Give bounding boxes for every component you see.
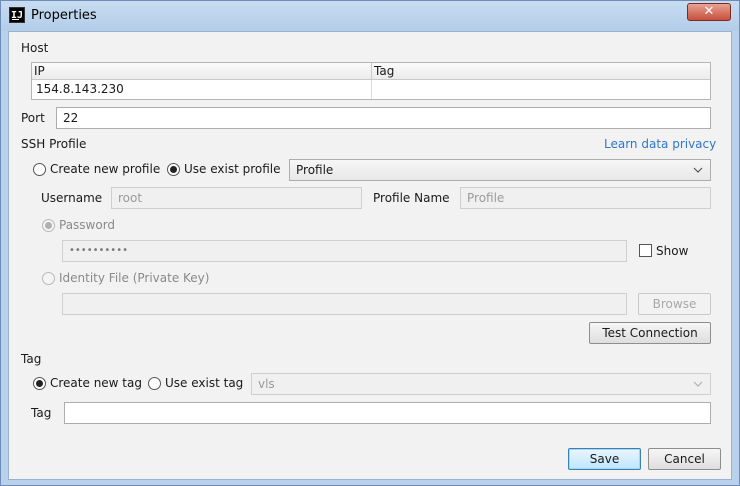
host-section-label: Host — [21, 41, 49, 55]
column-header-ip[interactable]: IP — [32, 63, 372, 80]
test-connection-button[interactable]: Test Connection — [589, 322, 711, 344]
tag-section-label: Tag — [21, 352, 42, 366]
profile-name-input[interactable]: Profile — [460, 187, 711, 209]
cancel-button[interactable]: Cancel — [648, 448, 721, 470]
show-password-checkbox[interactable] — [639, 244, 652, 257]
table-cell-tag[interactable] — [372, 80, 710, 99]
create-new-profile-label[interactable]: Create new profile — [50, 162, 160, 176]
username-label: Username — [41, 191, 103, 205]
table-cell-ip[interactable]: 154.8.143.230 — [32, 80, 372, 99]
profile-select-value: Profile — [296, 163, 334, 177]
properties-dialog: IJ Properties ✕ Host IP Tag 154.8.143.23… — [0, 0, 740, 486]
chevron-down-icon — [693, 167, 703, 173]
use-exist-profile-label[interactable]: Use exist profile — [184, 162, 281, 176]
close-icon: ✕ — [703, 4, 715, 19]
dialog-content: Host IP Tag 154.8.143.230 Port 22 SSH Pr… — [8, 31, 732, 480]
username-input[interactable]: root — [111, 187, 362, 209]
profile-select[interactable]: Profile — [289, 159, 711, 181]
exist-tag-select-value: vls — [258, 377, 275, 391]
tag-field-label: Tag — [31, 406, 52, 420]
password-label[interactable]: Password — [59, 218, 115, 232]
identity-file-label[interactable]: Identity File (Private Key) — [59, 271, 209, 285]
intellij-app-icon: IJ — [9, 7, 25, 23]
title-bar[interactable]: IJ Properties ✕ — [1, 1, 739, 31]
identity-file-radio[interactable] — [42, 272, 55, 285]
show-password-label[interactable]: Show — [656, 244, 688, 258]
identity-file-input[interactable] — [62, 293, 627, 315]
create-new-profile-radio[interactable] — [33, 163, 46, 176]
exist-tag-select[interactable]: vls — [251, 373, 711, 395]
create-new-tag-radio[interactable] — [33, 377, 46, 390]
use-exist-tag-label[interactable]: Use exist tag — [165, 376, 243, 390]
save-button[interactable]: Save — [568, 448, 641, 470]
browse-button[interactable]: Browse — [638, 293, 711, 315]
password-input[interactable]: •••••••••• — [62, 240, 627, 262]
port-input[interactable]: 22 — [56, 107, 711, 129]
use-exist-profile-radio[interactable] — [167, 163, 180, 176]
learn-data-privacy-link[interactable]: Learn data privacy — [604, 137, 716, 151]
ssh-profile-section-label: SSH Profile — [21, 137, 87, 151]
window-title: Properties — [31, 8, 97, 23]
create-new-tag-label[interactable]: Create new tag — [50, 376, 142, 390]
profile-name-label: Profile Name — [373, 191, 450, 205]
use-exist-tag-radio[interactable] — [148, 377, 161, 390]
close-button[interactable]: ✕ — [687, 3, 731, 21]
tag-input[interactable] — [64, 402, 711, 424]
host-table[interactable]: IP Tag 154.8.143.230 — [31, 62, 711, 100]
column-header-tag[interactable]: Tag — [372, 63, 710, 80]
password-radio[interactable] — [42, 219, 55, 232]
chevron-down-icon — [693, 381, 703, 387]
port-label: Port — [21, 111, 45, 125]
